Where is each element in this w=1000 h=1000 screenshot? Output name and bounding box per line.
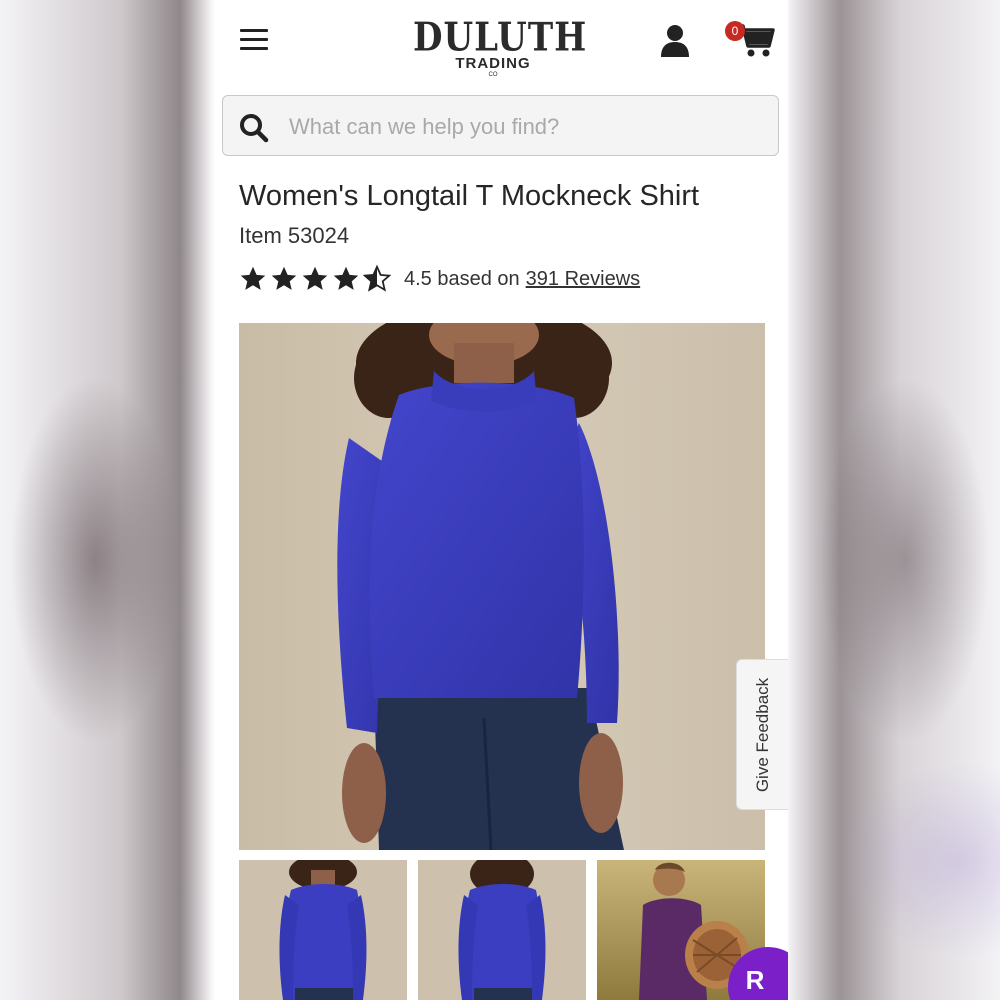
star-full-icon [333,266,359,290]
duluth-logo[interactable]: DULUTH TRADING CO [413,15,588,80]
star-full-icon [271,266,297,290]
rakuten-label: R [745,965,765,995]
rating-row: 4.5 based on 391 Reviews [239,263,640,295]
reviews-link[interactable]: 391 Reviews [526,268,641,291]
logo-main-text: DULUTH [413,15,588,62]
thumbnail-back[interactable] [418,860,586,1000]
star-full-icon [302,266,328,290]
user-icon[interactable] [660,24,690,58]
thumbnail-front[interactable] [239,860,407,1000]
logo-sub-text: TRADING [443,56,543,72]
hamburger-menu-icon[interactable] [240,29,268,51]
rating-summary: 4.5 based on [404,267,520,290]
main-product-image[interactable] [239,323,765,850]
logo-co-text: CO [488,72,498,78]
give-feedback-tab[interactable]: Give Feedback [736,659,788,810]
product-title: Women's Longtail T Mockneck Shirt [239,180,700,212]
give-feedback-label: Give Feedback [752,677,772,792]
star-full-icon [240,266,266,290]
search-icon[interactable] [239,113,269,143]
phone-screen: DULUTH TRADING CO 0 Women's Longtail T M… [215,0,788,1000]
search-input[interactable] [287,106,761,148]
rating-stars[interactable] [239,264,394,294]
cart-count-badge[interactable]: 0 [725,21,745,41]
star-half-icon [363,264,391,292]
search-box[interactable] [222,95,779,156]
item-number: Item 53024 [239,223,350,248]
